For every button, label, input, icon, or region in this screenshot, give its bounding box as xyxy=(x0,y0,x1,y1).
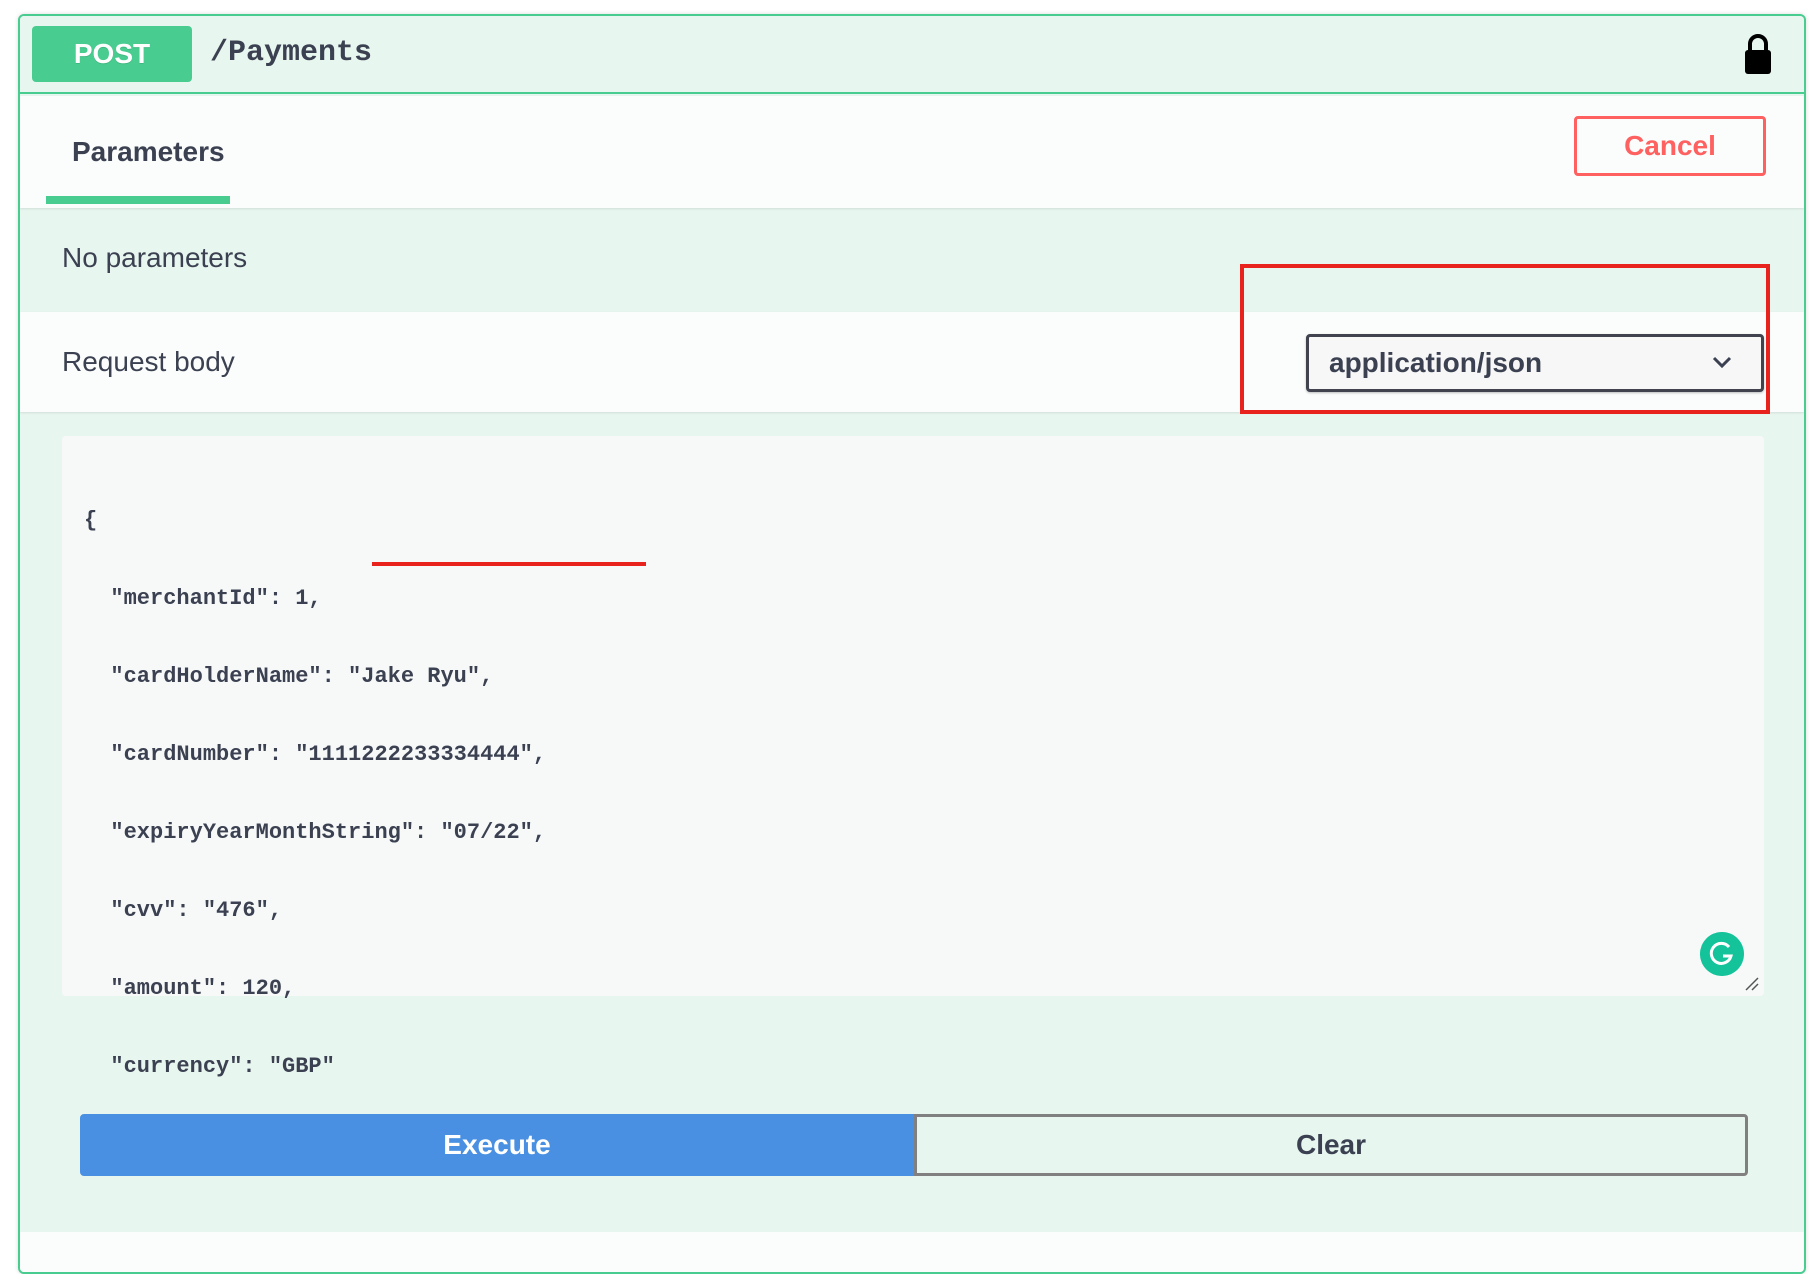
request-body-header: Request body application/json xyxy=(20,312,1804,412)
request-body-editor[interactable]: { "merchantId": 1, "cardHolderName": "Ja… xyxy=(62,436,1764,1157)
code-line: "amount": 120, xyxy=(84,976,296,1001)
execute-button[interactable]: Execute xyxy=(80,1114,914,1176)
code-line: "cvv": "476", xyxy=(84,898,283,923)
code-line: "currency": "GBP" xyxy=(84,1054,335,1079)
cancel-button[interactable]: Cancel xyxy=(1574,116,1766,176)
content-type-value: application/json xyxy=(1329,347,1543,378)
tab-parameters[interactable]: Parameters xyxy=(56,96,241,208)
no-parameters-text: No parameters xyxy=(62,242,248,273)
request-body-title: Request body xyxy=(62,346,235,377)
grammarly-icon[interactable] xyxy=(1700,932,1744,976)
operation-summary[interactable]: POST /Payments xyxy=(20,16,1804,94)
code-line: "cardNumber": "1111222233334444", xyxy=(84,742,547,767)
code-line: "cardHolderName": "Jake Ryu", xyxy=(84,664,494,689)
content-type-select[interactable]: application/json xyxy=(1306,334,1764,392)
card-number-annotation-underline xyxy=(372,562,646,566)
responses-section-strip xyxy=(20,1232,1804,1272)
resize-handle-icon[interactable] xyxy=(1744,976,1760,992)
operation-block-post-payments: POST /Payments Parameters Cancel No para… xyxy=(18,14,1806,1274)
lock-icon[interactable] xyxy=(1742,32,1774,76)
code-line: "expiryYearMonthString": "07/22", xyxy=(84,820,547,845)
parameters-section-header: Parameters Cancel xyxy=(20,96,1804,208)
code-line: { xyxy=(84,508,98,533)
clear-button[interactable]: Clear xyxy=(914,1114,1748,1176)
tab-active-indicator xyxy=(46,196,230,204)
method-badge: POST xyxy=(32,26,192,82)
chevron-down-icon xyxy=(1712,356,1732,369)
operation-path: /Payments xyxy=(210,36,373,70)
code-line: "merchantId": 1, xyxy=(84,586,322,611)
